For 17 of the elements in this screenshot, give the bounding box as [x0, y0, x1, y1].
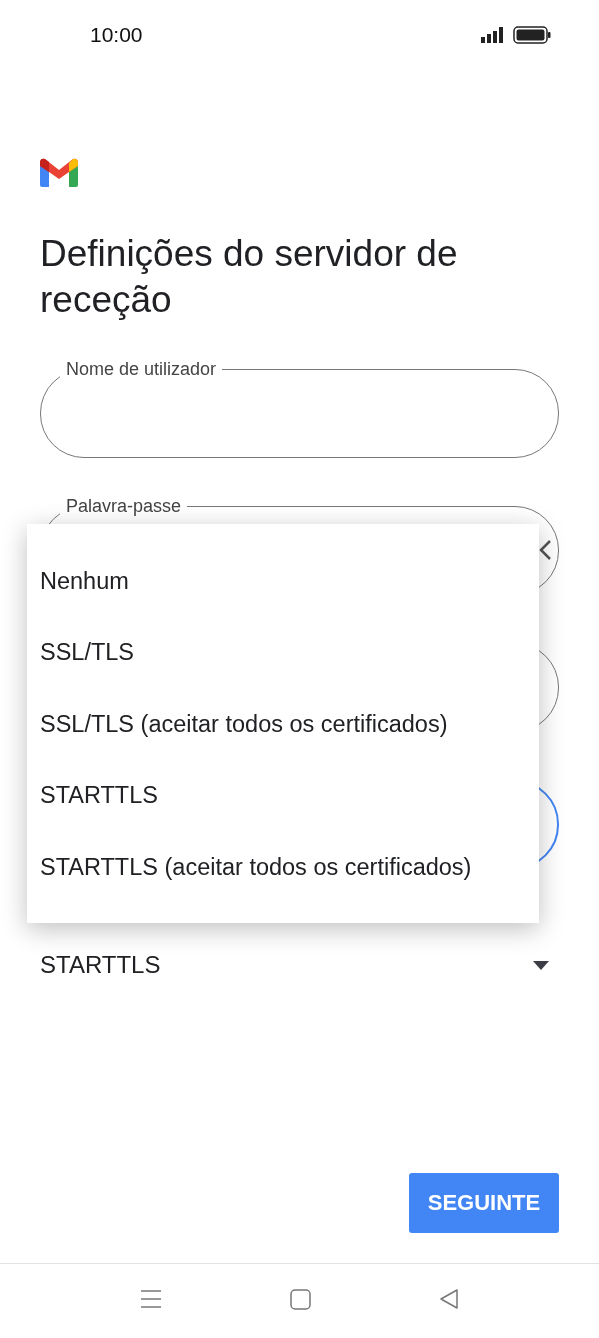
- menu-item[interactable]: SSL/TLS (aceitar todos os certificados): [27, 708, 539, 739]
- chevron-icon[interactable]: [538, 539, 552, 561]
- dropdown-arrow-icon: [533, 960, 549, 970]
- signal-icon: [481, 27, 505, 43]
- menu-icon[interactable]: [140, 1289, 162, 1309]
- status-time: 10:00: [90, 23, 143, 47]
- menu-item[interactable]: SSL/TLS: [27, 637, 539, 667]
- security-dropdown[interactable]: STARTTLS: [40, 951, 559, 979]
- next-button[interactable]: SEGUINTE: [409, 1173, 559, 1233]
- menu-item[interactable]: STARTTLS: [27, 780, 539, 810]
- page-title: Definições do servidor de receção: [40, 232, 459, 322]
- menu-item[interactable]: STARTTLS (aceitar todos os certificados): [27, 851, 539, 882]
- home-icon[interactable]: [290, 1288, 311, 1310]
- mail-logo-icon: [40, 158, 78, 187]
- back-icon[interactable]: [439, 1288, 459, 1310]
- battery-icon: [513, 26, 551, 44]
- menu-item[interactable]: Nenhum: [27, 565, 539, 596]
